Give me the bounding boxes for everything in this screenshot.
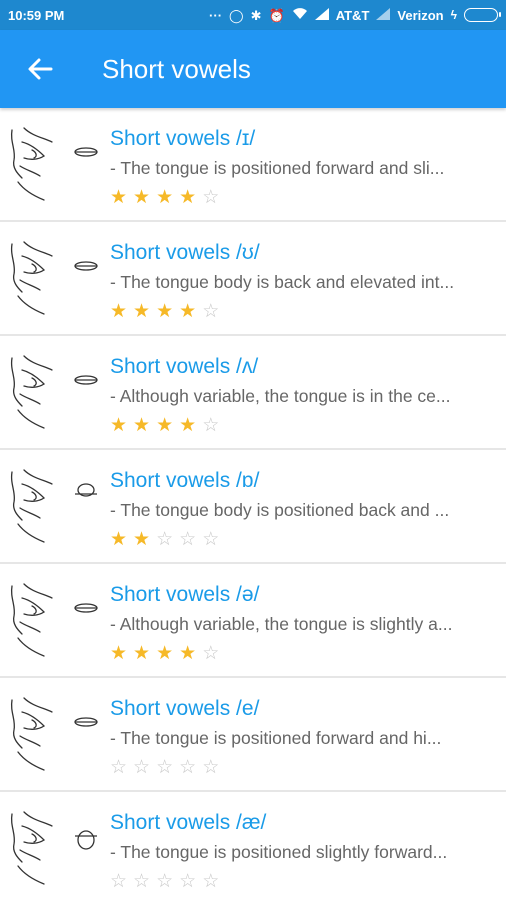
item-title: Short vowels /ə/ xyxy=(110,583,260,606)
list-item[interactable]: Short vowels /æ/ - The tongue is position… xyxy=(0,792,506,900)
mouth-diagram-icon xyxy=(0,336,110,446)
star-filled-icon: ★ xyxy=(156,300,174,322)
list-item[interactable]: Short vowels /e/ - The tongue is position… xyxy=(0,678,506,792)
item-description: - The tongue body is positioned back and… xyxy=(110,500,450,520)
item-description: - The tongue body is back and elevated i… xyxy=(110,272,455,292)
star-filled-icon: ★ xyxy=(110,528,128,550)
carrier-1: AT&T xyxy=(335,7,370,23)
star-rating: ★ ★ ★ ★ ☆ xyxy=(110,186,498,208)
status-bar: 10:59 PM ··· ◯ ✱ ⏰ AT&T Verizon ϟ xyxy=(0,0,506,30)
star-empty-icon: ☆ xyxy=(202,756,220,778)
signal-icon-2 xyxy=(376,8,391,22)
item-title: Short vowels /e/ xyxy=(110,697,260,720)
star-rating: ★ ★ ★ ★ ☆ xyxy=(110,300,498,322)
wifi-icon xyxy=(292,8,308,22)
star-empty-icon: ☆ xyxy=(202,414,220,436)
item-text: Short vowels /æ/ - The tongue is position… xyxy=(110,792,506,892)
star-empty-icon: ☆ xyxy=(179,756,197,778)
star-filled-icon: ★ xyxy=(156,414,174,436)
star-empty-icon: ☆ xyxy=(156,756,174,778)
star-empty-icon: ☆ xyxy=(179,870,197,892)
item-text: Short vowels /e/ - The tongue is position… xyxy=(110,678,506,778)
item-title: Short vowels /ʌ/ xyxy=(110,355,259,378)
list-item[interactable]: Short vowels /ʌ/ - Although variable, the… xyxy=(0,336,506,450)
status-time: 10:59 PM xyxy=(8,7,65,23)
item-description: - Although variable, the tongue is sligh… xyxy=(110,614,453,634)
star-filled-icon: ★ xyxy=(110,414,128,436)
mouth-diagram-icon xyxy=(0,222,110,332)
item-text: Short vowels /ɪ/ - The tongue is position… xyxy=(110,108,506,208)
item-title: Short vowels /ɒ/ xyxy=(110,469,260,492)
star-empty-icon: ☆ xyxy=(202,528,220,550)
star-rating: ★ ★ ★ ★ ☆ xyxy=(110,414,498,436)
star-filled-icon: ★ xyxy=(156,642,174,664)
dots-icon: ··· xyxy=(209,7,223,23)
list-item[interactable]: Short vowels /ʊ/ - The tongue body is bac… xyxy=(0,222,506,336)
star-empty-icon: ☆ xyxy=(133,756,151,778)
star-empty-icon: ☆ xyxy=(202,642,220,664)
signal-icon xyxy=(314,8,329,22)
star-filled-icon: ★ xyxy=(133,300,151,322)
star-empty-icon: ☆ xyxy=(202,870,220,892)
item-description: - The tongue is positioned slightly forw… xyxy=(110,842,448,862)
lesson-list[interactable]: Short vowels /ɪ/ - The tongue is position… xyxy=(0,108,506,900)
star-rating: ☆ ☆ ☆ ☆ ☆ xyxy=(110,870,498,892)
item-title: Short vowels /æ/ xyxy=(110,811,267,834)
star-filled-icon: ★ xyxy=(110,642,128,664)
arrow-left-icon xyxy=(28,58,53,80)
battery-icon xyxy=(464,8,501,22)
star-empty-icon: ☆ xyxy=(133,870,151,892)
star-empty-icon: ☆ xyxy=(156,870,174,892)
item-description: - Although variable, the tongue is in th… xyxy=(110,386,451,406)
mouth-diagram-icon xyxy=(0,564,110,674)
mouth-diagram-icon xyxy=(0,108,110,218)
bluetooth-icon: ✱ xyxy=(250,7,262,23)
item-title: Short vowels /ʊ/ xyxy=(110,241,260,264)
carrier-2: Verizon xyxy=(397,7,444,23)
star-rating: ★ ★ ☆ ☆ ☆ xyxy=(110,528,498,550)
item-text: Short vowels /ə/ - Although variable, the… xyxy=(110,564,506,664)
back-button[interactable] xyxy=(0,30,80,108)
star-filled-icon: ★ xyxy=(133,528,151,550)
star-filled-icon: ★ xyxy=(110,186,128,208)
mouth-diagram-icon xyxy=(0,450,110,560)
star-empty-icon: ☆ xyxy=(179,528,197,550)
star-filled-icon: ★ xyxy=(156,186,174,208)
star-filled-icon: ★ xyxy=(133,642,151,664)
list-item[interactable]: Short vowels /ə/ - Although variable, the… xyxy=(0,564,506,678)
star-rating: ☆ ☆ ☆ ☆ ☆ xyxy=(110,756,498,778)
list-item[interactable]: Short vowels /ɒ/ - The tongue body is pos… xyxy=(0,450,506,564)
star-empty-icon: ☆ xyxy=(156,528,174,550)
item-description: - The tongue is positioned forward and s… xyxy=(110,158,445,178)
star-filled-icon: ★ xyxy=(179,186,197,208)
star-filled-icon: ★ xyxy=(110,300,128,322)
star-filled-icon: ★ xyxy=(179,414,197,436)
item-text: Short vowels /ɒ/ - The tongue body is pos… xyxy=(110,450,506,550)
star-empty-icon: ☆ xyxy=(110,870,128,892)
app-bar: Short vowels xyxy=(0,30,506,108)
item-description: - The tongue is positioned forward and h… xyxy=(110,728,442,748)
mouth-diagram-icon xyxy=(0,792,110,900)
star-filled-icon: ★ xyxy=(133,186,151,208)
item-text: Short vowels /ʊ/ - The tongue body is bac… xyxy=(110,222,506,322)
star-filled-icon: ★ xyxy=(179,300,197,322)
list-item[interactable]: Short vowels /ɪ/ - The tongue is position… xyxy=(0,108,506,222)
star-empty-icon: ☆ xyxy=(110,756,128,778)
star-empty-icon: ☆ xyxy=(202,300,220,322)
star-filled-icon: ★ xyxy=(179,642,197,664)
item-title: Short vowels /ɪ/ xyxy=(110,127,256,150)
alarm-icon: ⏰ xyxy=(268,7,285,23)
star-rating: ★ ★ ★ ★ ☆ xyxy=(110,642,498,664)
page-title: Short vowels xyxy=(102,53,251,84)
star-empty-icon: ☆ xyxy=(202,186,220,208)
mouth-diagram-icon xyxy=(0,678,110,788)
star-filled-icon: ★ xyxy=(133,414,151,436)
status-icons: ··· ◯ ✱ ⏰ AT&T Verizon ϟ xyxy=(209,7,501,23)
item-text: Short vowels /ʌ/ - Although variable, the… xyxy=(110,336,506,436)
charging-icon: ϟ xyxy=(450,8,457,22)
sync-icon: ◯ xyxy=(229,7,244,23)
